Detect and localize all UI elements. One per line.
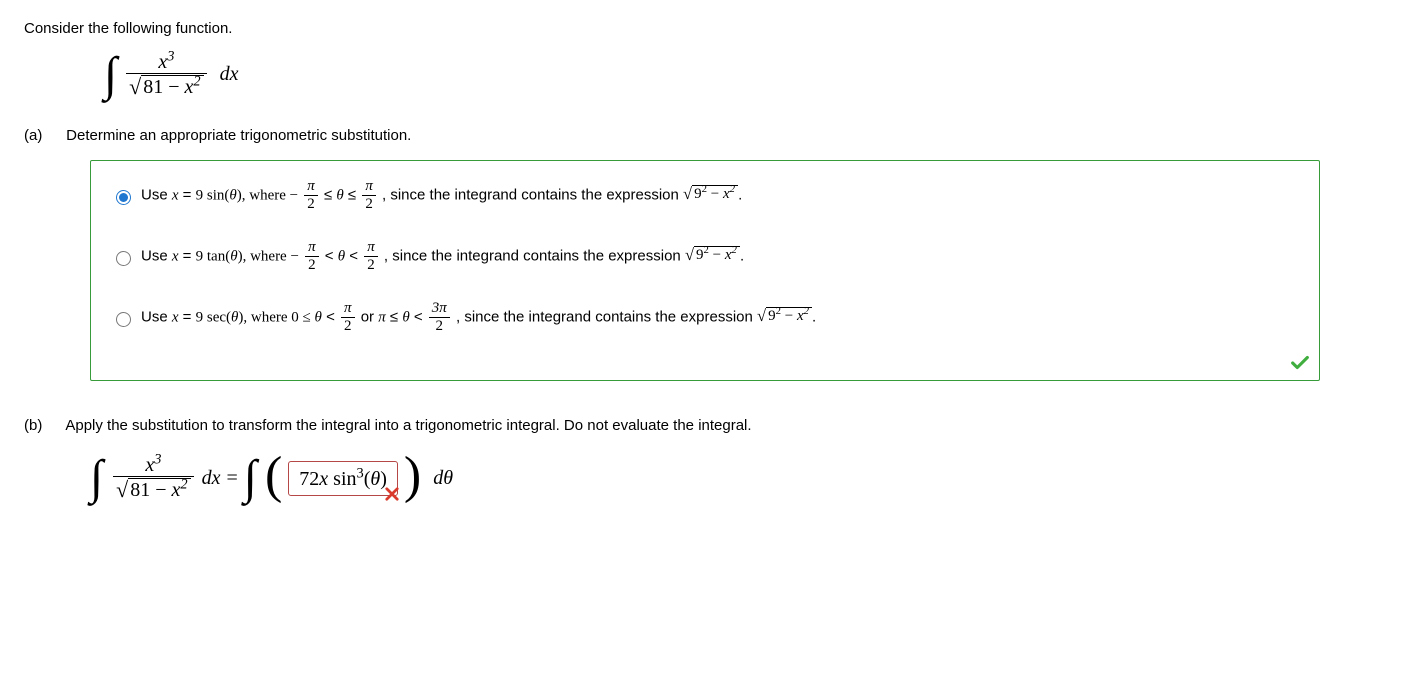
- integral-sign-b-lhs: ∫: [90, 454, 103, 502]
- part-b-equation: ∫ x3 √81 − x2 dx = ∫ ( 72x sin3(θ) ) dθ: [90, 452, 1390, 504]
- part-a-text: Determine an appropriate trigonometric s…: [66, 127, 411, 144]
- option-sec[interactable]: Use x = 9 sec(θ), where 0 ≤ θ < π2 or π …: [111, 301, 1299, 334]
- answer-input[interactable]: 72x sin3(θ): [288, 461, 398, 496]
- radio-tan[interactable]: [116, 251, 131, 266]
- options-container: Use x = 9 sin(θ), where − π2 ≤ θ ≤ π2 , …: [90, 160, 1320, 381]
- part-a-label: (a): [24, 127, 62, 144]
- d-theta-label: dθ: [433, 467, 453, 490]
- integral-sign: ∫: [104, 51, 117, 99]
- option-sin[interactable]: Use x = 9 sin(θ), where − π2 ≤ θ ≤ π2 , …: [111, 179, 1299, 212]
- x-icon: [383, 485, 401, 509]
- part-b-label: (b): [24, 417, 62, 434]
- prompt-text: Consider the following function.: [24, 20, 1390, 37]
- radio-sin[interactable]: [116, 190, 131, 205]
- integral-expression: ∫ x3 √81 − x2 dx: [104, 51, 1390, 99]
- option-tan[interactable]: Use x = 9 tan(θ), where − π2 < θ < π2 , …: [111, 240, 1299, 273]
- dx-label: dx: [220, 63, 239, 85]
- check-icon: [1289, 352, 1311, 378]
- integral-sign-b-rhs: ∫: [244, 454, 257, 502]
- part-b-text: Apply the substitution to transform the …: [65, 417, 751, 434]
- radio-sec[interactable]: [116, 312, 131, 327]
